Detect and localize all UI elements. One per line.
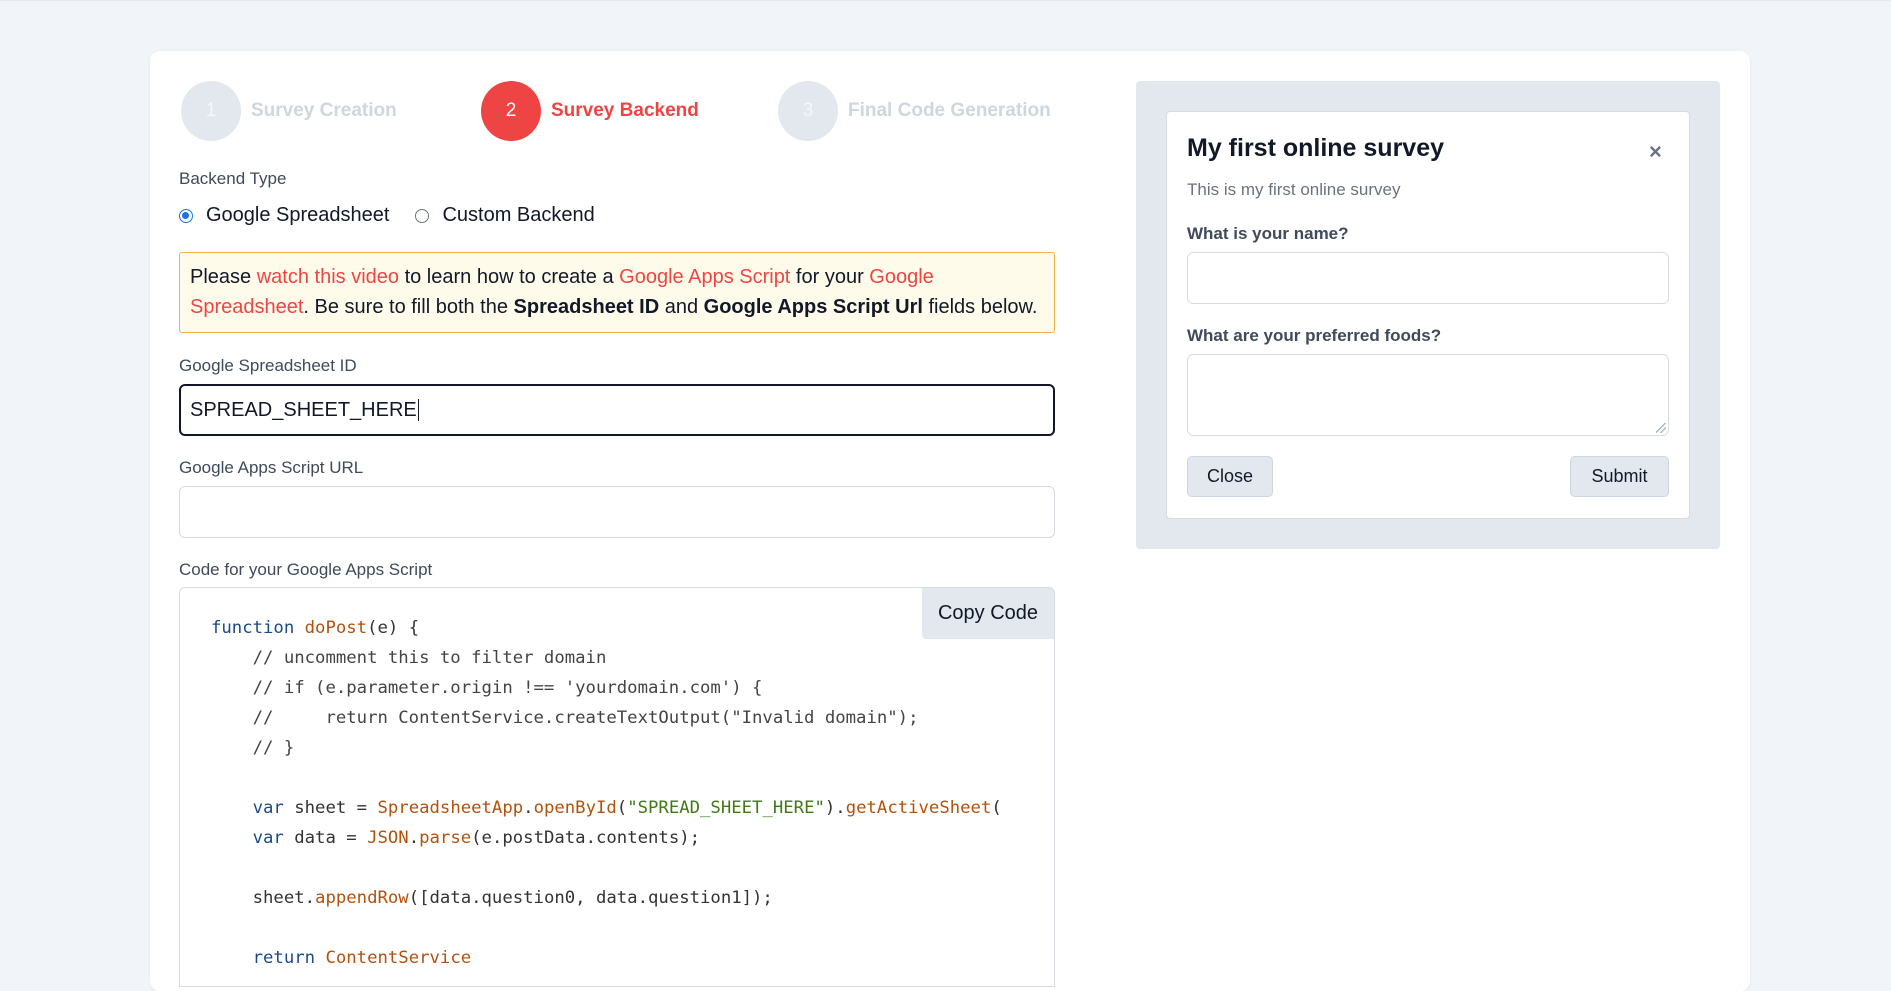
watch-video-link[interactable]: watch this video	[257, 266, 399, 288]
step-final-code-generation[interactable]: 3 Final Code Generation	[778, 81, 1051, 141]
code-token: (e) {	[367, 618, 420, 638]
backend-type-label: Backend Type	[179, 169, 287, 188]
survey-title: My first online survey	[1187, 134, 1445, 162]
code-line: return ContentService	[211, 943, 1002, 973]
code-token: // }	[211, 738, 295, 758]
code-line: function doPost(e) {	[211, 613, 1002, 643]
code-token: return	[252, 948, 316, 968]
notice-text: to learn how to create a	[399, 266, 620, 288]
code-token: SpreadsheetApp	[377, 798, 524, 818]
step-label: Survey Creation	[251, 100, 397, 121]
code-line: sheet.appendRow([data.question0, data.qu…	[211, 883, 1002, 913]
code-block[interactable]: function doPost(e) { // uncomment this t…	[179, 587, 1055, 987]
spreadsheet-id-input[interactable]: SPREAD_SHEET_HERE	[179, 384, 1055, 436]
code-line: var sheet = SpreadsheetApp.openById("SPR…	[211, 793, 1002, 823]
code-line: // }	[211, 733, 1002, 763]
code-token: ).	[824, 798, 846, 818]
notice-bold-spreadsheet-id: Spreadsheet ID	[513, 296, 660, 318]
code-token: // uncomment this to filter domain	[211, 648, 607, 668]
code-line: // if (e.parameter.origin !== 'yourdomai…	[211, 673, 1002, 703]
question-foods-textarea[interactable]	[1187, 354, 1669, 436]
code-line: var data = JSON.parse(e.postData.content…	[211, 823, 1002, 853]
code-token: (	[616, 798, 628, 818]
notice-text: . Be sure to fill both the	[303, 296, 514, 318]
google-apps-script-link[interactable]: Google Apps Script	[619, 266, 790, 288]
close-icon[interactable]: ×	[1649, 139, 1662, 165]
script-url-input[interactable]	[179, 486, 1055, 538]
question-name-label: What is your name?	[1187, 224, 1349, 243]
custom-backend-radio[interactable]	[415, 208, 430, 223]
step-number: 1	[181, 81, 241, 141]
code-token: data =	[283, 828, 368, 848]
code-token: var	[252, 828, 284, 848]
step-number: 2	[481, 81, 541, 141]
code-token: (e.postData.contents);	[471, 828, 701, 848]
backend-type-radio-group: Google Spreadsheet Custom Backend	[179, 204, 595, 227]
step-label: Final Code Generation	[848, 100, 1051, 121]
code-token: ContentService	[325, 948, 472, 968]
code-token: sheet.	[211, 888, 316, 908]
stepper: 1 Survey Creation 2 Survey Backend 3 Fin…	[181, 81, 1081, 141]
step-number: 3	[778, 81, 838, 141]
code-token: function	[211, 618, 295, 638]
notice-text: fields below.	[922, 296, 1038, 318]
top-divider	[0, 0, 1891, 1]
code-token: // if (e.parameter.origin !== 'yourdomai…	[211, 678, 763, 698]
info-notice: Please watch this video to learn how to …	[179, 252, 1055, 333]
notice-text: for your	[790, 266, 870, 288]
code-token: appendRow	[315, 888, 409, 908]
script-url-label: Google Apps Script URL	[179, 458, 364, 477]
spreadsheet-id-label: Google Spreadsheet ID	[179, 356, 357, 375]
code-token: var	[252, 798, 284, 818]
code-token: getActiveSheet	[845, 798, 992, 818]
custom-backend-radio-label[interactable]: Custom Backend	[442, 204, 594, 227]
step-survey-creation[interactable]: 1 Survey Creation	[181, 81, 397, 141]
code-section-label: Code for your Google Apps Script	[179, 560, 433, 579]
notice-text: Please	[190, 266, 257, 288]
copy-code-button[interactable]: Copy Code	[922, 588, 1054, 639]
text-caret	[417, 399, 419, 421]
question-foods-label: What are your preferred foods?	[1187, 326, 1442, 345]
google-spreadsheet-radio[interactable]	[179, 208, 193, 223]
spreadsheet-id-value: SPREAD_SHEET_HERE	[190, 398, 417, 421]
submit-button[interactable]: Submit	[1570, 456, 1669, 497]
code-token: parse	[419, 828, 472, 848]
code-token: .	[408, 828, 420, 848]
code-token: .	[523, 798, 534, 818]
step-survey-backend[interactable]: 2 Survey Backend	[481, 81, 699, 141]
code-token: doPost	[304, 618, 368, 638]
code-line: // return ContentService.createTextOutpu…	[211, 703, 1002, 733]
code-token: (	[991, 798, 1002, 818]
survey-subtitle: This is my first online survey	[1187, 180, 1401, 199]
notice-bold-script-url: Google Apps Script Url	[703, 296, 923, 318]
question-name-input[interactable]	[1187, 252, 1669, 304]
code-token: openById	[533, 798, 617, 818]
code-token: JSON	[367, 828, 409, 848]
step-label: Survey Backend	[551, 100, 699, 121]
code-token: ([data.question0, data.question1]);	[408, 888, 773, 908]
code-token: // return ContentService.createTextOutpu…	[211, 708, 919, 728]
close-button[interactable]: Close	[1187, 456, 1273, 497]
code-token: sheet =	[283, 798, 378, 818]
code-line: // uncomment this to filter domain	[211, 643, 1002, 673]
code-token: "SPREAD_SHEET_HERE"	[627, 798, 825, 818]
notice-text: and	[659, 296, 704, 318]
google-spreadsheet-radio-label[interactable]: Google Spreadsheet	[206, 204, 389, 227]
resize-handle-icon[interactable]	[1656, 423, 1666, 433]
code-content: function doPost(e) { // uncomment this t…	[211, 613, 1002, 973]
